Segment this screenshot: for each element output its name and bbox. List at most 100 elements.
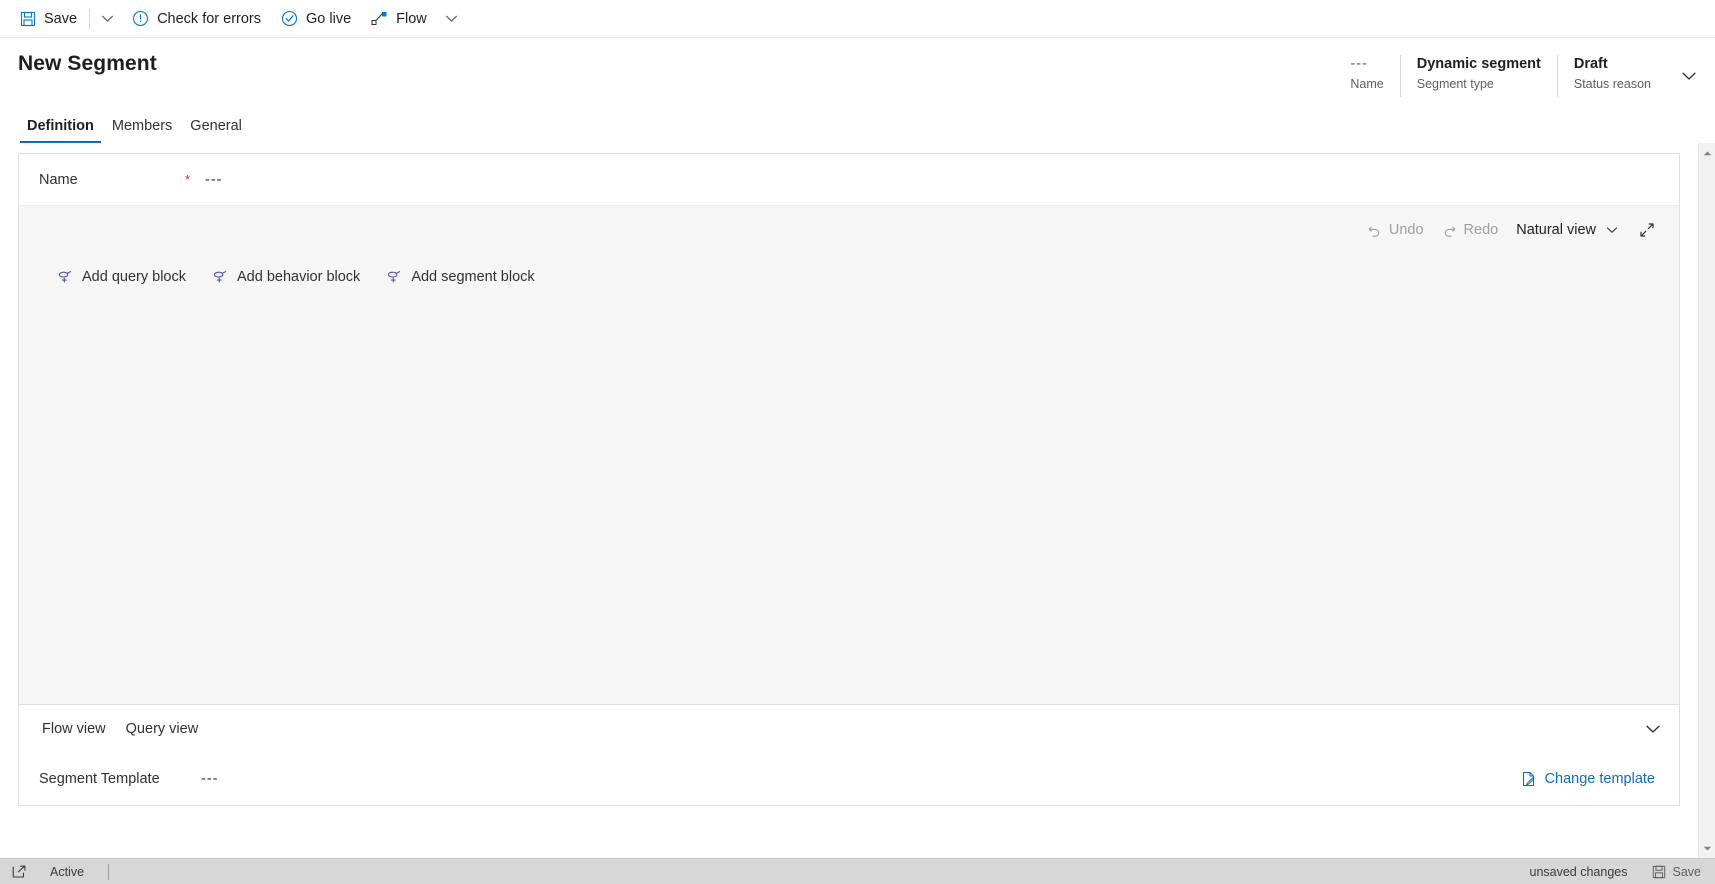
content-column: Name * --- Undo Redo Natural view Add qu… bbox=[0, 143, 1698, 858]
name-required-asterisk: * bbox=[185, 172, 191, 187]
add-segment-block-button[interactable]: Add segment block bbox=[378, 264, 542, 290]
command-bar-divider bbox=[89, 8, 91, 29]
header-field-segment-type: Dynamic segment Segment type bbox=[1399, 55, 1557, 97]
tab-general-label: General bbox=[190, 118, 242, 134]
add-segment-icon bbox=[386, 270, 402, 284]
status-bar-right: unsaved changes Save bbox=[1530, 865, 1708, 879]
body-area: Name * --- Undo Redo Natural view Add qu… bbox=[0, 143, 1715, 858]
chevron-down-icon bbox=[101, 15, 113, 22]
flow-view-tab[interactable]: Flow view bbox=[39, 717, 109, 741]
flow-view-header: Flow view Query view bbox=[19, 705, 1679, 753]
add-query-block-button[interactable]: Add query block bbox=[49, 264, 194, 290]
segment-template-row: Segment Template --- Change template bbox=[19, 753, 1679, 805]
add-behavior-block-button[interactable]: Add behavior block bbox=[204, 264, 368, 290]
check-circle-icon bbox=[281, 10, 298, 27]
flow-options-chevron[interactable] bbox=[437, 0, 467, 38]
canvas-toolbar: Undo Redo Natural view bbox=[19, 206, 1679, 254]
change-template-label: Change template bbox=[1544, 771, 1655, 787]
chevron-down-icon bbox=[1646, 725, 1660, 733]
name-field-row: Name * --- bbox=[19, 154, 1679, 206]
undo-icon bbox=[1367, 223, 1382, 238]
save-options-chevron[interactable] bbox=[92, 0, 122, 38]
tab-general[interactable]: General bbox=[181, 118, 251, 143]
flow-button[interactable]: Flow bbox=[361, 0, 437, 38]
page-scrollbar[interactable] bbox=[1698, 143, 1715, 858]
definition-canvas[interactable]: Undo Redo Natural view Add query block A… bbox=[19, 206, 1679, 704]
chevron-down-icon bbox=[1682, 72, 1696, 80]
add-segment-block-label: Add segment block bbox=[411, 269, 535, 285]
scroll-down-arrow[interactable] bbox=[1700, 840, 1715, 856]
add-behavior-block-label: Add behavior block bbox=[236, 269, 361, 285]
go-live-button[interactable]: Go live bbox=[271, 0, 361, 38]
status-bar: Active unsaved changes Save bbox=[0, 858, 1715, 884]
header-segment-type-label: Segment type bbox=[1416, 77, 1494, 91]
unsaved-changes-text: unsaved changes bbox=[1529, 864, 1628, 879]
header-summary-fields: --- Name Dynamic segment Segment type Dr… bbox=[1334, 55, 1715, 97]
status-bar-left: Active bbox=[8, 862, 110, 882]
check-for-errors-button[interactable]: Check for errors bbox=[122, 0, 271, 38]
popout-icon[interactable] bbox=[8, 862, 30, 882]
redo-button[interactable]: Redo bbox=[1433, 214, 1508, 246]
header-name-label: Name bbox=[1350, 77, 1384, 91]
header-status-reason-label: Status reason bbox=[1573, 77, 1651, 91]
edit-page-icon bbox=[1521, 771, 1537, 787]
tab-definition[interactable]: Definition bbox=[18, 118, 103, 143]
expand-canvas-button[interactable] bbox=[1631, 214, 1663, 246]
redo-icon bbox=[1442, 223, 1457, 238]
tab-definition-label: Definition bbox=[27, 118, 94, 134]
error-circle-icon bbox=[132, 10, 149, 27]
add-behavior-icon bbox=[212, 270, 228, 284]
save-icon bbox=[20, 11, 36, 27]
query-view-tab-label: Query view bbox=[125, 721, 199, 737]
command-bar: Save Check for errors Go live Flow bbox=[0, 0, 1715, 38]
go-live-label: Go live bbox=[306, 10, 352, 27]
flow-section-collapse-button[interactable] bbox=[1637, 713, 1669, 745]
name-field-label: Name bbox=[39, 171, 78, 188]
tab-members-label: Members bbox=[111, 118, 173, 134]
expand-icon bbox=[1640, 223, 1654, 237]
header-status-reason-value: Draft bbox=[1573, 56, 1608, 72]
record-state-text: Active bbox=[50, 864, 85, 879]
flow-view-section: Flow view Query view Segment Template --… bbox=[19, 704, 1679, 805]
add-block-toolbar: Add query block Add behavior block Add s… bbox=[19, 264, 1679, 290]
tab-strip: Definition Members General bbox=[0, 107, 1715, 143]
scroll-up-arrow[interactable] bbox=[1700, 145, 1715, 161]
status-bar-save-button[interactable]: Save bbox=[1646, 865, 1708, 879]
change-template-button[interactable]: Change template bbox=[1515, 766, 1661, 792]
save-icon bbox=[1652, 865, 1666, 879]
redo-label: Redo bbox=[1463, 222, 1499, 238]
query-view-tab[interactable]: Query view bbox=[123, 717, 202, 741]
tab-members[interactable]: Members bbox=[103, 118, 181, 143]
page-title: New Segment bbox=[18, 52, 157, 75]
header-name-value: --- bbox=[1350, 56, 1368, 72]
scrollbar-track[interactable] bbox=[1699, 161, 1715, 840]
add-query-icon bbox=[57, 270, 73, 284]
check-for-errors-label: Check for errors bbox=[157, 10, 262, 27]
flow-view-tab-label: Flow view bbox=[42, 721, 106, 737]
flow-view-tabs: Flow view Query view bbox=[39, 717, 201, 741]
flow-label: Flow bbox=[396, 10, 427, 27]
save-button[interactable]: Save bbox=[10, 0, 87, 38]
segment-template-left: Segment Template --- bbox=[39, 771, 219, 787]
segment-template-label: Segment Template bbox=[39, 771, 160, 787]
view-mode-dropdown[interactable]: Natural view bbox=[1507, 214, 1627, 246]
segment-editor-window: Save Check for errors Go live Flow New S… bbox=[0, 0, 1715, 884]
flow-icon bbox=[371, 11, 388, 26]
header-expand-button[interactable] bbox=[1671, 55, 1707, 97]
status-bar-divider bbox=[108, 863, 110, 880]
definition-card: Name * --- Undo Redo Natural view Add qu… bbox=[18, 153, 1680, 806]
header-segment-type-value: Dynamic segment bbox=[1416, 56, 1541, 72]
add-query-block-label: Add query block bbox=[82, 269, 186, 285]
canvas-empty-area[interactable] bbox=[19, 290, 1679, 704]
name-input[interactable]: --- bbox=[205, 172, 223, 188]
chevron-down-icon bbox=[1606, 224, 1618, 236]
save-button-label: Save bbox=[44, 10, 78, 27]
status-bar-save-label: Save bbox=[1672, 864, 1702, 879]
header-field-status-reason: Draft Status reason bbox=[1556, 55, 1667, 97]
page-header: New Segment --- Name Dynamic segment Seg… bbox=[0, 38, 1715, 97]
header-field-name: --- Name bbox=[1334, 55, 1399, 97]
undo-label: Undo bbox=[1388, 222, 1424, 238]
segment-template-value: --- bbox=[201, 771, 219, 787]
view-mode-label: Natural view bbox=[1516, 222, 1596, 238]
undo-button[interactable]: Undo bbox=[1358, 214, 1433, 246]
